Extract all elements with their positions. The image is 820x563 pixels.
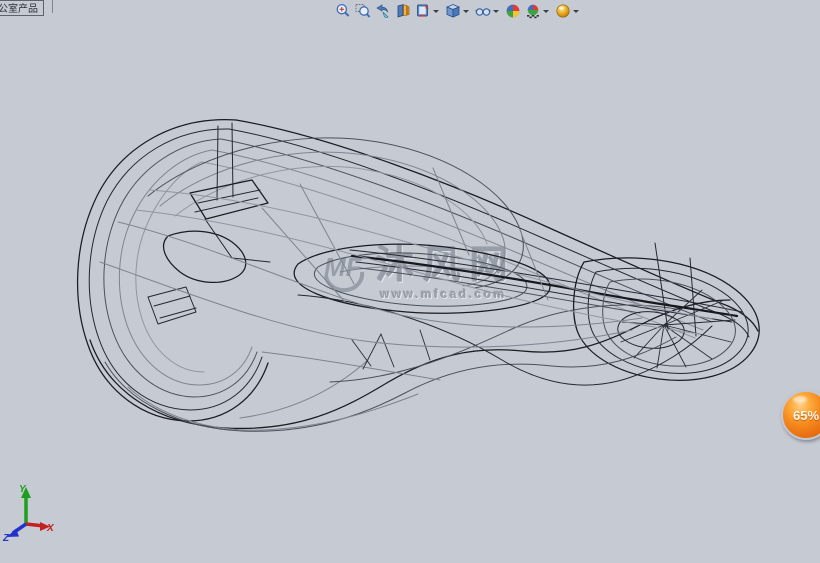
eyeglasses-icon: [474, 7, 491, 16]
zoom-to-fit-icon: [336, 3, 349, 17]
heads-up-view-toolbar: [333, 1, 582, 20]
apply-scene-button[interactable]: [523, 1, 542, 20]
zoom-to-area-button[interactable]: [353, 1, 372, 20]
section-view-icon: [397, 3, 409, 18]
zoom-to-area-icon: [355, 3, 370, 18]
tab-divider: [52, 0, 53, 13]
previous-view-button[interactable]: [373, 1, 392, 20]
hide-show-items-button[interactable]: [473, 1, 492, 20]
document-tab[interactable]: 公室产品: [0, 0, 44, 16]
progress-badge-value: 65%: [792, 407, 820, 423]
zoom-to-fit-button[interactable]: [333, 1, 352, 20]
saddle-wireframe-model[interactable]: [0, 0, 820, 563]
display-style-cube-icon: [445, 3, 460, 18]
hide-show-items-dropdown-arrow-icon[interactable]: [493, 10, 499, 13]
edit-appearance-button[interactable]: [503, 1, 522, 20]
x-axis-label: X: [46, 523, 55, 534]
z-axis-label: Z: [2, 533, 10, 542]
document-tab-label: 公室产品: [0, 4, 38, 15]
gold-sphere-icon: [556, 4, 569, 17]
display-style-button[interactable]: [443, 1, 462, 20]
wireframe-lines: [77, 119, 760, 432]
beach-ball-icon: [505, 3, 520, 18]
view-orientation-button[interactable]: [413, 1, 432, 20]
apply-scene-dropdown-arrow-icon[interactable]: [543, 10, 549, 13]
view-orientation-dropdown-arrow-icon[interactable]: [433, 10, 439, 13]
graphics-viewport[interactable]: MF 沐风网 www.mfcad.com 公室产品 Y X Z 65%: [0, 0, 820, 563]
view-orientation-icon: [416, 4, 429, 17]
orientation-triad: Y X Z: [2, 484, 55, 542]
previous-view-icon: [375, 3, 389, 18]
scene-ball-icon: [526, 4, 539, 18]
display-style-dropdown-arrow-icon[interactable]: [463, 10, 469, 13]
view-settings-dropdown-arrow-icon[interactable]: [573, 10, 579, 13]
view-settings-button[interactable]: [553, 1, 572, 20]
section-view-button[interactable]: [393, 1, 412, 20]
